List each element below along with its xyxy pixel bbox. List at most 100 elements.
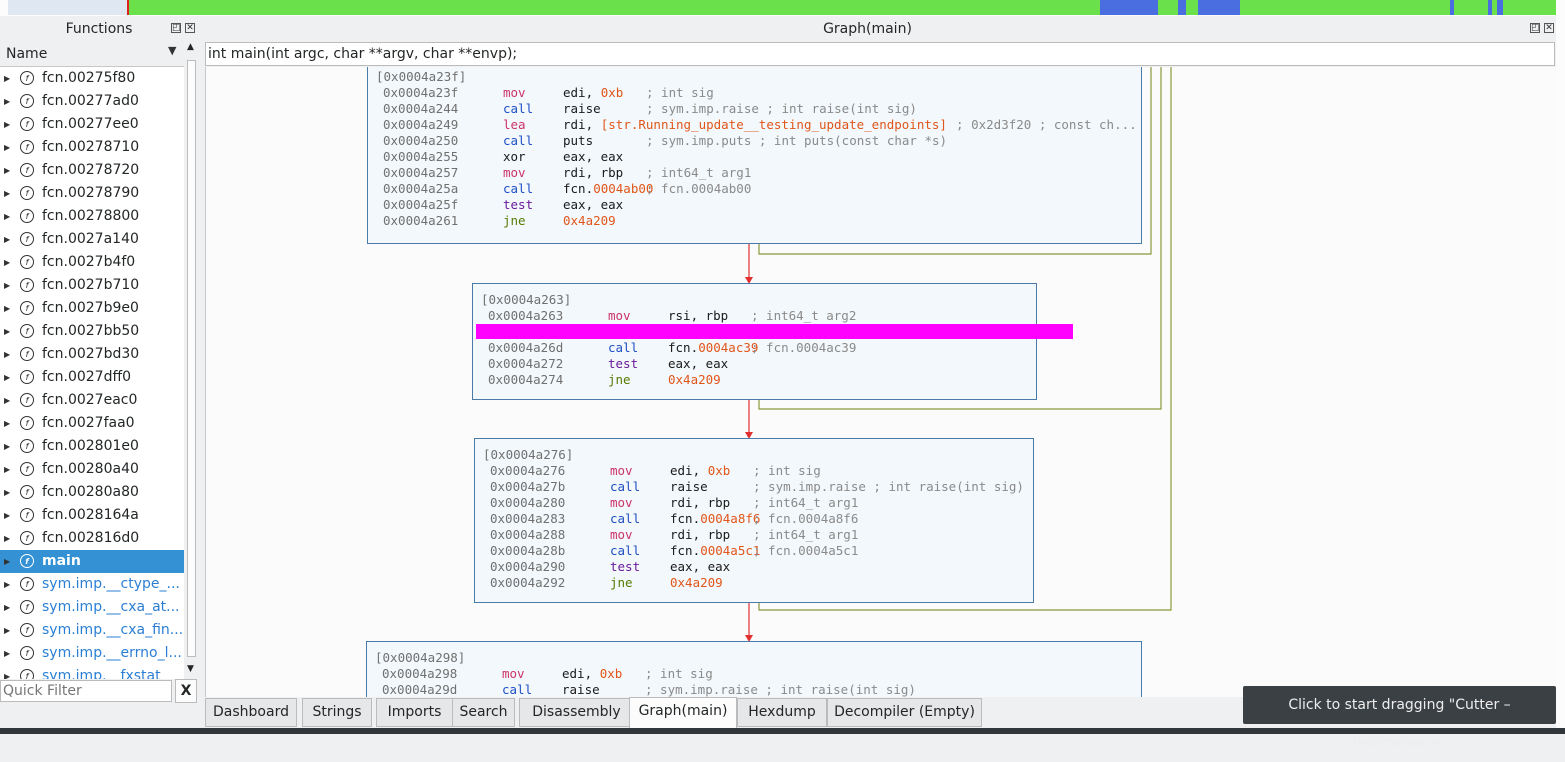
instruction-line[interactable]: 0x0004a257 mov rdi, rbp ; int64_t arg1 — [383, 165, 1138, 181]
function-item[interactable]: ▶ f fcn.002816d0 — [0, 527, 184, 550]
instruction-line[interactable]: 0x0004a292 jne 0x4a209 — [490, 575, 1030, 591]
close-icon[interactable]: ✕ — [185, 23, 195, 33]
expand-arrow-icon[interactable]: ▶ — [4, 573, 10, 596]
expand-arrow-icon[interactable]: ▶ — [4, 228, 10, 251]
instruction-line[interactable]: 0x0004a29d call raise ; sym.imp.raise ; int… — [382, 682, 1138, 697]
expand-arrow-icon[interactable]: ▶ — [4, 481, 10, 504]
basic-block[interactable]: [0x0004a298] 0x0004a298 mov edi, 0xb ; int s… — [366, 641, 1142, 697]
function-item[interactable]: ▶ f fcn.0027b9e0 — [0, 297, 184, 320]
expand-arrow-icon[interactable]: ▶ — [4, 504, 10, 527]
tab-graph-main[interactable]: Graph(main) — [629, 697, 737, 728]
instruction-line[interactable]: 0x0004a28b call fcn. 0004a5c1; fcn.0004a5c1 — [490, 543, 1030, 559]
expand-arrow-icon[interactable]: ▶ — [4, 67, 10, 90]
instruction-line[interactable]: 0x0004a276 mov edi, 0xb ; int sig — [490, 463, 1030, 479]
function-item[interactable]: ▶ f fcn.0028164a — [0, 504, 184, 527]
expand-arrow-icon[interactable]: ▶ — [4, 458, 10, 481]
instruction-line[interactable]: 0x0004a288 mov rdi, rbp ; int64_t arg1 — [490, 527, 1030, 543]
expand-arrow-icon[interactable]: ▶ — [4, 205, 10, 228]
instruction-line[interactable]: 0x0004a272 test eax, eax — [488, 356, 1033, 372]
function-item[interactable]: ▶ f sym.imp.__errno_l... — [0, 642, 184, 665]
functions-column-header[interactable]: Name ▼ — [0, 42, 184, 67]
instruction-line[interactable]: 0x0004a250 call puts ; sym.imp.puts ; int p… — [383, 133, 1138, 149]
expand-arrow-icon[interactable]: ▶ — [4, 343, 10, 366]
quick-filter-input[interactable] — [0, 680, 172, 702]
instruction-line[interactable]: 0x0004a26d call fcn. 0004ac39; fcn.0004ac39 — [488, 340, 1033, 356]
function-item[interactable]: ▶ f sym.imp.__ctype_... — [0, 573, 184, 596]
graph-canvas[interactable]: [0x0004a23f] 0x0004a23f mov edi, 0xb ; int s… — [205, 67, 1557, 697]
instruction-line[interactable]: 0x0004a255 xor eax, eax — [383, 149, 1138, 165]
tab-disassembly[interactable]: Disassembly — [519, 698, 634, 727]
expand-arrow-icon[interactable]: ▶ — [4, 642, 10, 665]
expand-arrow-icon[interactable]: ▶ — [4, 412, 10, 435]
tab-search[interactable]: Search — [452, 698, 515, 727]
instruction-line[interactable]: 0x0004a283 call fcn. 0004a8f6; fcn.0004a8f6 — [490, 511, 1030, 527]
expand-arrow-icon[interactable]: ▶ — [4, 366, 10, 389]
instruction-line[interactable]: 0x0004a298 mov edi, 0xb ; int sig — [382, 666, 1138, 682]
instruction-line[interactable]: 0x0004a25a call fcn. 0004ab00; fcn.0004ab00 — [383, 181, 1138, 197]
expand-arrow-icon[interactable]: ▶ — [4, 90, 10, 113]
function-item[interactable]: ▶ f fcn.00277ad0 — [0, 90, 184, 113]
tab-dashboard[interactable]: Dashboard — [205, 698, 297, 727]
instruction-line[interactable]: 0x0004a27b call raise ; sym.imp.raise ; int… — [490, 479, 1030, 495]
clear-filter-button[interactable]: X — [175, 679, 197, 703]
function-item[interactable]: ▶ f fcn.00280a40 — [0, 458, 184, 481]
instruction-line[interactable]: 0x0004a25f test eax, eax — [383, 197, 1138, 213]
basic-block[interactable]: [0x0004a263] 0x0004a263 mov rsi, rbp ; int64… — [472, 283, 1037, 400]
function-item[interactable]: ▶ f sym.imp.__cxa_at... — [0, 596, 184, 619]
expand-arrow-icon[interactable]: ▶ — [4, 435, 10, 458]
expand-arrow-icon[interactable]: ▶ — [4, 527, 10, 550]
function-item[interactable]: ▶ f fcn.00278800 — [0, 205, 184, 228]
basic-block[interactable]: [0x0004a23f] 0x0004a23f mov edi, 0xb ; int s… — [367, 67, 1142, 244]
expand-arrow-icon[interactable]: ▶ — [4, 182, 10, 205]
instruction-line[interactable]: 0x0004a263 mov rsi, rbp ; int64_t arg2 — [488, 308, 1033, 324]
function-item[interactable]: ▶ f fcn.0027b4f0 — [0, 251, 184, 274]
functions-scrollbar[interactable]: ▲ ▼ — [185, 42, 198, 679]
function-item[interactable]: ▶ f fcn.0027bd30 — [0, 343, 184, 366]
function-item[interactable]: ▶ f fcn.0027bb50 — [0, 320, 184, 343]
function-item[interactable]: ▶ f sym.imp.__cxa_fin... — [0, 619, 184, 642]
function-item[interactable]: ▶ f fcn.0027eac0 — [0, 389, 184, 412]
function-item[interactable]: ▶ f fcn.00275f80 — [0, 67, 184, 90]
instruction-line[interactable]: 0x0004a261 jne 0x4a209 — [383, 213, 1138, 229]
overview-bar[interactable] — [0, 0, 1565, 16]
function-item[interactable]: ▶ f fcn.00277ee0 — [0, 113, 184, 136]
float-icon[interactable]: ◰ — [171, 23, 181, 33]
instruction-line[interactable]: 0x0004a290 test eax, eax — [490, 559, 1030, 575]
instruction-line[interactable]: 0x0004a23f mov edi, 0xb ; int sig — [383, 85, 1138, 101]
expand-arrow-icon[interactable]: ▶ — [4, 297, 10, 320]
expand-arrow-icon[interactable]: ▶ — [4, 136, 10, 159]
function-item[interactable]: ▶ f fcn.00278710 — [0, 136, 184, 159]
expand-arrow-icon[interactable]: ▶ — [4, 550, 10, 573]
expand-arrow-icon[interactable]: ▶ — [4, 113, 10, 136]
functions-list[interactable]: ▶ f fcn.00275f80 ▶ f fcn.00277ad0 ▶ f fcn.00277e… — [0, 67, 184, 679]
expand-arrow-icon[interactable]: ▶ — [4, 619, 10, 642]
tab-hexdump[interactable]: Hexdump — [737, 698, 827, 727]
float-icon[interactable]: ◰ — [1530, 23, 1540, 33]
function-item[interactable]: ▶ f fcn.0027b710 — [0, 274, 184, 297]
expand-arrow-icon[interactable]: ▶ — [4, 251, 10, 274]
tab-strings[interactable]: Strings — [302, 698, 372, 727]
scroll-thumb[interactable] — [187, 60, 196, 657]
function-item[interactable]: ▶ f sym.imp.__fxstat — [0, 665, 184, 679]
function-item[interactable]: ▶ f fcn.0027a140 — [0, 228, 184, 251]
close-icon[interactable]: ✕ — [1544, 23, 1554, 33]
function-item[interactable]: ▶ f fcn.00278790 — [0, 182, 184, 205]
instruction-line[interactable]: 0x0004a274 jne 0x4a209 — [488, 372, 1033, 388]
function-signature[interactable]: int main(int argc, char **argv, char **e… — [205, 42, 1555, 66]
scroll-up-icon[interactable]: ▲ — [187, 42, 194, 52]
instruction-line[interactable]: 0x0004a280 mov rdi, rbp ; int64_t arg1 — [490, 495, 1030, 511]
function-item[interactable]: ▶ f fcn.002801e0 — [0, 435, 184, 458]
expand-arrow-icon[interactable]: ▶ — [4, 159, 10, 182]
instruction-line[interactable]: 0x0004a244 call raise ; sym.imp.raise ; int… — [383, 101, 1138, 117]
expand-arrow-icon[interactable]: ▶ — [4, 596, 10, 619]
basic-block[interactable]: [0x0004a276] 0x0004a276 mov edi, 0xb ; int s… — [474, 438, 1034, 603]
instruction-line[interactable]: 0x0004a249 lea rdi, [str.Running_update__t… — [383, 117, 1138, 133]
function-item[interactable]: ▶ f fcn.0027faa0 — [0, 412, 184, 435]
tab-imports[interactable]: Imports — [376, 698, 453, 727]
scroll-down-icon[interactable]: ▼ — [187, 664, 194, 674]
function-item[interactable]: ▶ f fcn.00280a80 — [0, 481, 184, 504]
expand-arrow-icon[interactable]: ▶ — [4, 274, 10, 297]
function-item[interactable]: ▶ f fcn.00278720 — [0, 159, 184, 182]
expand-arrow-icon[interactable]: ▶ — [4, 665, 10, 679]
tab-decompiler-empty[interactable]: Decompiler (Empty) — [827, 698, 982, 727]
